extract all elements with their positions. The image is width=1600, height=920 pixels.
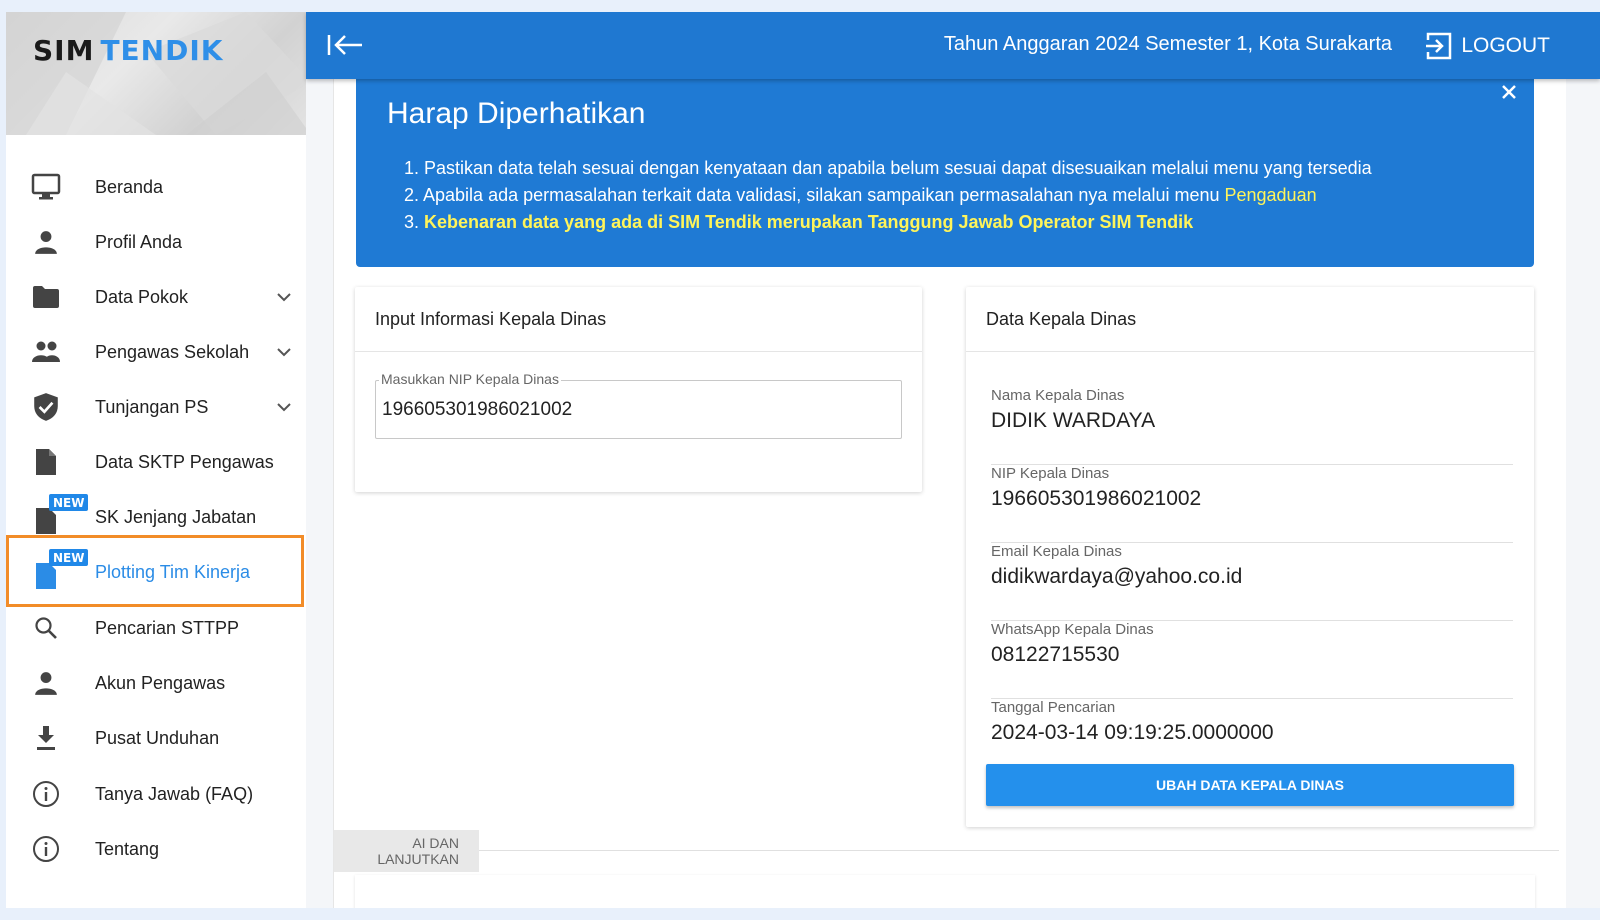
- sidebar-item-label: Akun Pengawas: [95, 672, 226, 693]
- sidebar-item-data-pokok[interactable]: Data Pokok: [6, 271, 311, 323]
- sidebar-item-tentang[interactable]: Tentang: [6, 823, 311, 875]
- logout-icon: [1426, 32, 1452, 60]
- card-title: Input Informasi Kepala Dinas: [355, 287, 922, 352]
- nip-input[interactable]: [382, 399, 882, 421]
- notice-line-1: 1. Pastikan data telah sesuai dengan ken…: [404, 158, 1372, 178]
- info-value: didikwardaya@yahoo.co.id: [991, 565, 1243, 588]
- sidebar: SIM TENDIK Beranda Profil Anda Data Pokok: [6, 12, 311, 908]
- info-label: Email Kepala Dinas: [991, 543, 1122, 560]
- info-icon: [30, 833, 62, 865]
- simpan-dan-lanjutkan-button[interactable]: AI DAN LANJUTKAN: [334, 830, 479, 872]
- pengaduan-link[interactable]: Pengaduan: [1225, 185, 1317, 205]
- input-kepala-dinas-card: Input Informasi Kepala Dinas Masukkan NI…: [355, 287, 922, 492]
- sidebar-item-pusat-unduhan[interactable]: Pusat Unduhan: [6, 712, 311, 764]
- sidebar-item-tunjangan-ps[interactable]: Tunjangan PS: [6, 381, 311, 433]
- ubah-data-kepala-dinas-button[interactable]: UBAH DATA KEPALA DINAS: [986, 764, 1514, 806]
- notice-list: 1. Pastikan data telah sesuai dengan ken…: [404, 155, 1372, 236]
- sidebar-item-faq[interactable]: Tanya Jawab (FAQ): [6, 768, 311, 820]
- app-frame: SIM TENDIK Beranda Profil Anda Data Pokok: [6, 12, 1600, 908]
- info-value: DIDIK WARDAYA: [991, 409, 1156, 432]
- app-logo[interactable]: SIM TENDIK: [33, 34, 223, 67]
- info-label: Nama Kepala Dinas: [991, 387, 1125, 404]
- info-nama-kepala-dinas: Nama Kepala Dinas DIDIK WARDAYA: [991, 387, 1513, 465]
- divider: [479, 850, 1559, 851]
- sidebar-item-pengawas-sekolah[interactable]: Pengawas Sekolah: [6, 326, 311, 378]
- notice-line-3: 3. Kebenaran data yang ada di SIM Tendik…: [404, 209, 1372, 236]
- notice-line-3-text: Kebenaran data yang ada di SIM Tendik me…: [424, 212, 1194, 232]
- sidebar-item-label: Profil Anda: [95, 231, 183, 252]
- notice-line-3-number: 3.: [404, 212, 425, 232]
- sidebar-item-sk-jenjang[interactable]: NEW SK Jenjang Jabatan: [6, 491, 311, 543]
- sidebar-item-data-sktp[interactable]: Data SKTP Pengawas: [6, 436, 311, 488]
- info-label: Tanggal Pencarian: [991, 699, 1116, 716]
- folder-icon: [30, 281, 62, 313]
- new-badge: NEW: [49, 494, 89, 511]
- card-title: Data Kepala Dinas: [966, 287, 1534, 352]
- sidebar-item-label: Data SKTP Pengawas: [95, 451, 274, 472]
- info-label: NIP Kepala Dinas: [991, 465, 1110, 482]
- info-value: 2024-03-14 09:19:25.0000000: [991, 721, 1274, 744]
- nip-field-label: Masukkan NIP Kepala Dinas: [379, 371, 561, 387]
- nip-kepala-dinas-field[interactable]: Masukkan NIP Kepala Dinas: [375, 371, 902, 439]
- person-icon: [30, 226, 62, 258]
- sidebar-item-label: Plotting Tim Kinerja: [95, 561, 251, 582]
- sidebar-item-pencarian-sttpp[interactable]: Pencarian STTPP: [6, 602, 311, 654]
- document-icon: [30, 446, 62, 478]
- chevron-down-icon[interactable]: [274, 397, 294, 417]
- collapse-sidebar-button[interactable]: [326, 30, 366, 60]
- person-icon: [30, 667, 62, 699]
- sidebar-item-label: Pusat Unduhan: [95, 727, 220, 748]
- header-pattern: [6, 12, 311, 135]
- sidebar-item-beranda[interactable]: Beranda: [6, 161, 311, 213]
- people-icon: [30, 336, 62, 368]
- sidebar-item-label: Tanya Jawab (FAQ): [95, 783, 254, 804]
- info-email-kepala-dinas: Email Kepala Dinas didikwardaya@yahoo.co…: [991, 543, 1513, 621]
- sidebar-item-profil[interactable]: Profil Anda: [6, 216, 311, 268]
- sidebar-item-label: Pencarian STTPP: [95, 617, 240, 638]
- close-icon: [1502, 85, 1516, 99]
- logo-tendik: TENDIK: [100, 34, 224, 67]
- budget-period-info: Tahun Anggaran 2024 Semester 1, Kota Sur…: [943, 33, 1392, 55]
- new-badge: NEW: [49, 549, 89, 566]
- logo-sim: SIM: [33, 34, 95, 67]
- info-label: WhatsApp Kepala Dinas: [991, 621, 1154, 638]
- info-value: 196605301986021002: [991, 487, 1202, 510]
- sidebar-item-akun-pengawas[interactable]: Akun Pengawas: [6, 657, 311, 709]
- chevron-down-icon[interactable]: [274, 287, 294, 307]
- top-bar: Tahun Anggaran 2024 Semester 1, Kota Sur…: [306, 12, 1600, 79]
- info-value: 08122715530: [991, 643, 1120, 666]
- sidebar-item-label: Tunjangan PS: [95, 396, 209, 417]
- notice-line-2-text: 2. Apabila ada permasalahan terkait data…: [404, 185, 1225, 205]
- sidebar-item-label: Data Pokok: [95, 286, 189, 307]
- sidebar-item-label: Pengawas Sekolah: [95, 341, 250, 362]
- search-icon: [30, 612, 62, 644]
- download-icon: [30, 722, 62, 754]
- close-notice-button[interactable]: [1498, 81, 1520, 103]
- sidebar-item-plotting-tim-kinerja[interactable]: NEW Plotting Tim Kinerja: [6, 546, 311, 598]
- logout-button[interactable]: LOGOUT: [1425, 29, 1550, 63]
- chevron-down-icon[interactable]: [274, 342, 294, 362]
- content-panel: Harap Diperhatikan 1. Pastikan data tela…: [333, 79, 1566, 908]
- main-content: Harap Diperhatikan 1. Pastikan data tela…: [306, 79, 1600, 908]
- sidebar-item-label: SK Jenjang Jabatan: [95, 506, 257, 527]
- bottom-card: [355, 875, 1535, 908]
- notice-line-2: 2. Apabila ada permasalahan terkait data…: [404, 182, 1372, 209]
- info-nip-kepala-dinas: NIP Kepala Dinas 196605301986021002: [991, 465, 1513, 543]
- logout-label: LOGOUT: [1461, 34, 1550, 57]
- sidebar-header: SIM TENDIK: [6, 12, 311, 135]
- monitor-icon: [30, 171, 62, 203]
- info-icon: [30, 778, 62, 810]
- data-kepala-dinas-card: Data Kepala Dinas Nama Kepala Dinas DIDI…: [966, 287, 1534, 827]
- sidebar-item-label: Beranda: [95, 176, 164, 197]
- info-whatsapp-kepala-dinas: WhatsApp Kepala Dinas 08122715530: [991, 621, 1513, 699]
- shield-check-icon: [30, 391, 62, 423]
- sidebar-item-label: Tentang: [95, 838, 160, 859]
- collapse-arrow-icon: [327, 35, 362, 55]
- notice-title: Harap Diperhatikan: [387, 97, 646, 130]
- notice-banner: Harap Diperhatikan 1. Pastikan data tela…: [356, 79, 1534, 267]
